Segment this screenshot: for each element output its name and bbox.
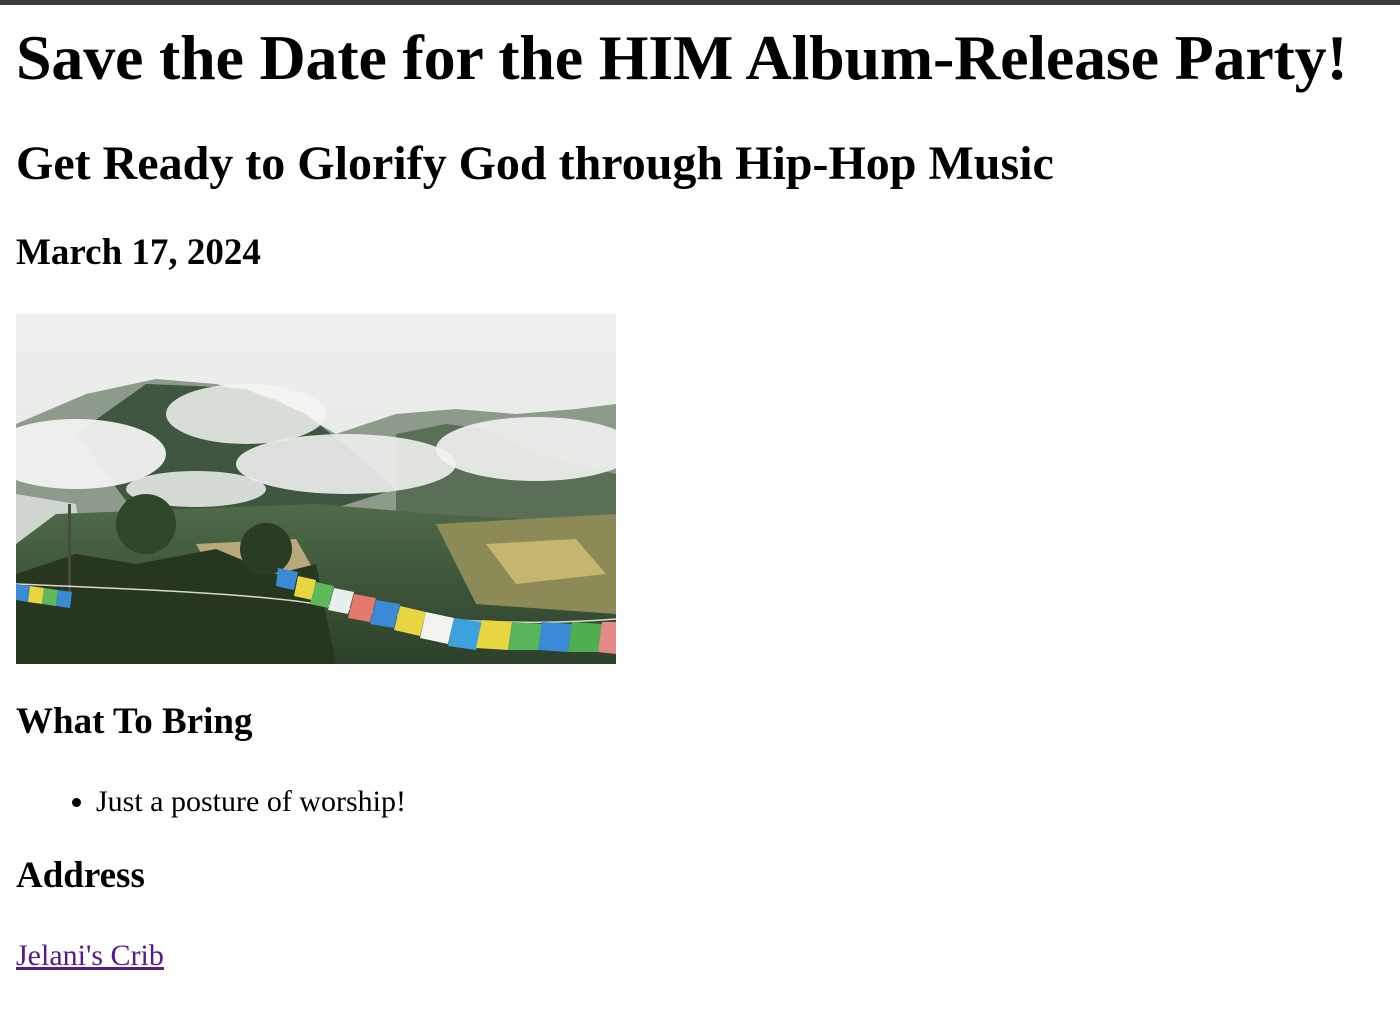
page-subtitle: Get Ready to Glorify God through Hip-Hop… [16, 137, 1054, 190]
event-date: March 17, 2024 [16, 232, 261, 273]
what-to-bring-heading: What To Bring [16, 701, 253, 742]
page-title: Save the Date for the HIM Album-Release … [16, 22, 1348, 93]
address-link[interactable]: Jelani's Crib [16, 939, 164, 972]
what-to-bring-list: Just a posture of worship! [16, 785, 406, 818]
browser-top-edge [0, 0, 1400, 5]
address-heading: Address [16, 855, 145, 896]
landscape-photo [16, 314, 616, 664]
list-item: Just a posture of worship! [96, 785, 406, 818]
